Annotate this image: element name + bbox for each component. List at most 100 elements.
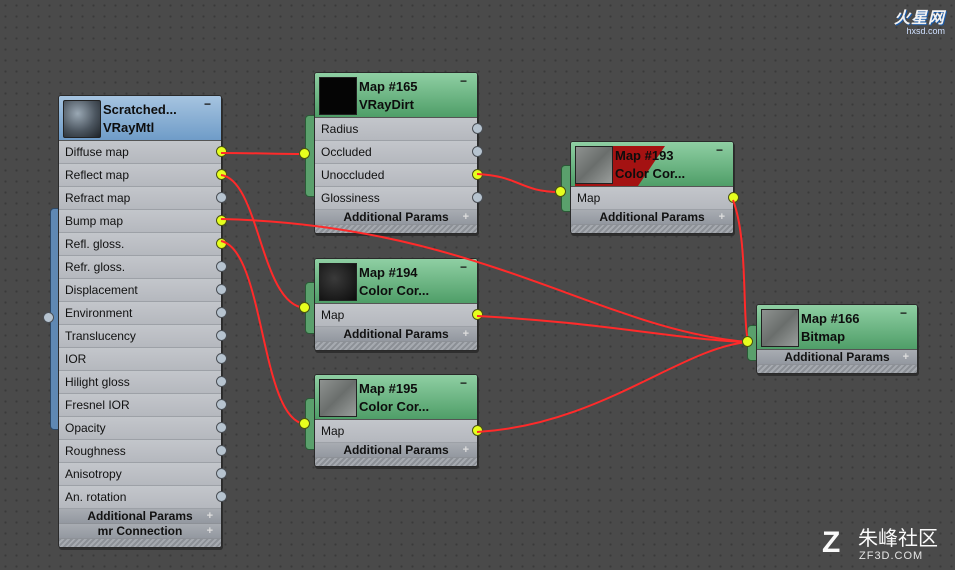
slot-refract-map[interactable]: Refract map <box>59 187 227 210</box>
rollout-additional-params[interactable]: Additional Params + <box>757 350 917 365</box>
node-header[interactable]: Map #194 Color Cor... − <box>315 259 477 304</box>
rollout-additional-params[interactable]: Additional Params + <box>315 210 477 225</box>
output-socket[interactable] <box>472 146 483 157</box>
slate-material-editor-view[interactable]: Scratched... VRayMtl − Diffuse map Refle… <box>0 0 955 570</box>
node-map194-color-correction[interactable]: Map #194 Color Cor... − Map Additional P… <box>314 258 483 351</box>
slot-occluded[interactable]: Occluded <box>315 141 483 164</box>
wire-diffuse-to-occluded[interactable] <box>220 152 306 155</box>
resize-grip[interactable] <box>315 458 477 466</box>
slot-map[interactable]: Map <box>315 304 483 327</box>
slot-map[interactable]: Map <box>571 187 739 210</box>
expand-icon[interactable]: + <box>463 327 469 341</box>
node-map193-color-correction[interactable]: Map #193 Color Cor... − Map Additional P… <box>570 141 739 234</box>
slot-refl-gloss[interactable]: Refl. gloss. <box>59 233 227 256</box>
output-socket[interactable] <box>216 169 227 180</box>
slot-diffuse-map[interactable]: Diffuse map <box>59 141 227 164</box>
resize-grip[interactable] <box>757 365 917 373</box>
output-socket[interactable] <box>216 491 227 502</box>
slot-ior[interactable]: IOR <box>59 348 227 371</box>
rollout-additional-params[interactable]: Additional Params + <box>571 210 733 225</box>
output-socket[interactable] <box>216 146 227 157</box>
node-map166-bitmap[interactable]: Map #166 Bitmap − Additional Params + <box>756 304 918 374</box>
collapse-icon[interactable]: − <box>458 261 469 273</box>
output-socket[interactable] <box>472 123 483 134</box>
output-socket[interactable] <box>728 192 739 203</box>
output-socket[interactable] <box>472 425 483 436</box>
slot-anisotropy[interactable]: Anisotropy <box>59 463 227 486</box>
slot-unoccluded[interactable]: Unoccluded <box>315 164 483 187</box>
collapse-icon[interactable]: − <box>202 98 213 110</box>
output-socket[interactable] <box>216 445 227 456</box>
collapse-icon[interactable]: − <box>898 307 909 319</box>
expand-icon[interactable]: + <box>463 210 469 224</box>
map194-input-socket[interactable] <box>299 302 310 313</box>
output-socket[interactable] <box>216 284 227 295</box>
node-header[interactable]: Map #166 Bitmap − <box>757 305 917 350</box>
wire-reflect-to-map194[interactable] <box>220 174 306 309</box>
slot-map[interactable]: Map <box>315 420 483 443</box>
node-vraymtl[interactable]: Scratched... VRayMtl − Diffuse map Refle… <box>58 95 227 548</box>
output-socket[interactable] <box>216 399 227 410</box>
output-socket[interactable] <box>216 192 227 203</box>
node-header[interactable]: Scratched... VRayMtl − <box>59 96 221 141</box>
output-socket[interactable] <box>216 353 227 364</box>
expand-icon[interactable]: + <box>719 210 725 224</box>
slot-glossiness[interactable]: Glossiness <box>315 187 483 210</box>
wire-map193-to-map166[interactable] <box>732 199 749 343</box>
output-socket[interactable] <box>216 376 227 387</box>
rollout-additional-params[interactable]: Additional Params + <box>315 327 477 342</box>
vraymtl-input-socket[interactable] <box>43 312 54 323</box>
wire-unoccluded-to-map193[interactable] <box>476 173 561 193</box>
slot-bump-map[interactable]: Bump map <box>59 210 227 233</box>
slot-an-rotation[interactable]: An. rotation <box>59 486 227 509</box>
output-socket[interactable] <box>472 169 483 180</box>
resize-grip[interactable] <box>59 539 221 547</box>
slot-refr-gloss[interactable]: Refr. gloss. <box>59 256 227 279</box>
output-socket[interactable] <box>216 261 227 272</box>
slot-opacity[interactable]: Opacity <box>59 417 227 440</box>
slot-environment[interactable]: Environment <box>59 302 227 325</box>
collapse-icon[interactable]: − <box>458 75 469 87</box>
node-header[interactable]: Map #195 Color Cor... − <box>315 375 477 420</box>
output-socket[interactable] <box>216 468 227 479</box>
expand-icon[interactable]: + <box>903 350 909 364</box>
rollout-mr-connection[interactable]: mr Connection + <box>59 524 221 539</box>
node-map195-color-correction[interactable]: Map #195 Color Cor... − Map Additional P… <box>314 374 483 467</box>
output-socket[interactable] <box>216 215 227 226</box>
node-header[interactable]: Map #193 Color Cor... − <box>571 142 733 187</box>
expand-icon[interactable]: + <box>207 524 213 538</box>
map166-input-socket[interactable] <box>742 336 753 347</box>
map165-occluded-input-socket[interactable] <box>299 148 310 159</box>
slot-hilight-gloss[interactable]: Hilight gloss <box>59 371 227 394</box>
collapse-icon[interactable]: − <box>714 144 725 156</box>
slot-displacement[interactable]: Displacement <box>59 279 227 302</box>
wire-bump-to-map166[interactable] <box>220 218 749 343</box>
output-socket[interactable] <box>216 330 227 341</box>
expand-icon[interactable]: + <box>463 443 469 457</box>
output-socket[interactable] <box>216 238 227 249</box>
map193-input-socket[interactable] <box>555 186 566 197</box>
node-map165-vraydirt[interactable]: Map #165 VRayDirt − Radius Occluded Unoc… <box>314 72 483 234</box>
slot-translucency[interactable]: Translucency <box>59 325 227 348</box>
node-header[interactable]: Map #165 VRayDirt − <box>315 73 477 118</box>
resize-grip[interactable] <box>315 342 477 350</box>
slot-radius[interactable]: Radius <box>315 118 483 141</box>
wire-reflgloss-to-map195[interactable] <box>220 240 306 425</box>
resize-grip[interactable] <box>571 225 733 233</box>
slot-label: Roughness <box>65 444 126 458</box>
map195-input-socket[interactable] <box>299 418 310 429</box>
slot-reflect-map[interactable]: Reflect map <box>59 164 227 187</box>
output-socket[interactable] <box>216 422 227 433</box>
output-socket[interactable] <box>472 309 483 320</box>
output-socket[interactable] <box>216 307 227 318</box>
rollout-additional-params[interactable]: Additional Params + <box>315 443 477 458</box>
rollout-additional-params[interactable]: Additional Params + <box>59 509 221 524</box>
wire-map194-to-map166[interactable] <box>476 315 749 343</box>
slot-fresnel-ior[interactable]: Fresnel IOR <box>59 394 227 417</box>
collapse-icon[interactable]: − <box>458 377 469 389</box>
resize-grip[interactable] <box>315 225 477 233</box>
wire-map195-to-map166[interactable] <box>476 341 749 433</box>
output-socket[interactable] <box>472 192 483 203</box>
slot-roughness[interactable]: Roughness <box>59 440 227 463</box>
expand-icon[interactable]: + <box>207 509 213 523</box>
